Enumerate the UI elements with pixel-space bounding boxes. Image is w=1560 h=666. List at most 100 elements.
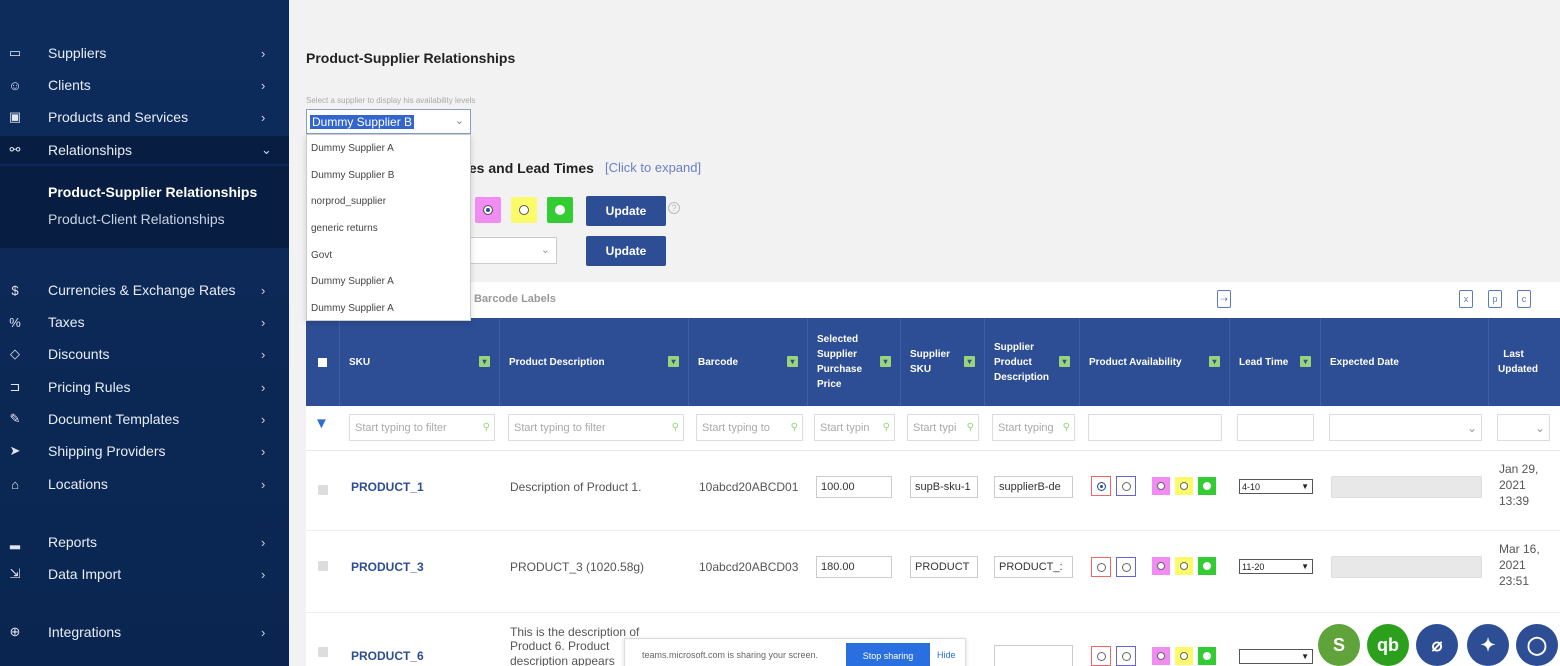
- filter-input[interactable]: Start typi ⚲: [907, 414, 979, 441]
- filter-icon[interactable]: ▾: [479, 356, 490, 367]
- sku-link[interactable]: PRODUCT_3: [351, 560, 424, 574]
- column-header[interactable]: Selected Supplier Purchase Price ▾: [808, 318, 901, 406]
- lead-time-dropdown[interactable]: 11-20 ▼: [1239, 559, 1313, 574]
- dropdown-option[interactable]: generic returns: [307, 215, 470, 242]
- row-checkbox[interactable]: [318, 485, 328, 495]
- table-row[interactable]: PRODUCT_3 PRODUCT_3 (1020.58g) 10abcd20A…: [306, 531, 1560, 613]
- filter-icon[interactable]: ▾: [1209, 356, 1220, 367]
- expected-date-input[interactable]: [1331, 476, 1482, 498]
- lead-time-filter[interactable]: [1237, 414, 1314, 441]
- hide-share-bar-button[interactable]: Hide: [937, 650, 956, 660]
- sidebar-item-reports[interactable]: ▂ Reports ›: [0, 528, 289, 556]
- sku-link[interactable]: PRODUCT_6: [351, 649, 424, 663]
- swatch-yellow[interactable]: [511, 197, 537, 223]
- availability-green[interactable]: [1198, 477, 1216, 495]
- availability-yellow[interactable]: [1175, 477, 1193, 495]
- filter-icon[interactable]: ▾: [964, 356, 975, 367]
- excel-icon[interactable]: x: [1459, 290, 1473, 308]
- availability-radio[interactable]: [1116, 557, 1136, 577]
- expected-date-input[interactable]: [1331, 556, 1482, 578]
- stop-sharing-button[interactable]: Stop sharing: [846, 643, 930, 666]
- sidebar-item-pricing-rules[interactable]: ⊐ Pricing Rules ›: [0, 373, 289, 401]
- lead-time-dropdown[interactable]: 4-10 ▼: [1239, 479, 1313, 494]
- column-header[interactable]: Product Availability ▾: [1080, 318, 1230, 406]
- availability-green[interactable]: [1198, 557, 1216, 575]
- column-header[interactable]: Product Description ▾: [500, 318, 689, 406]
- update-availability-button[interactable]: Update: [586, 196, 666, 226]
- availability-pink[interactable]: [1152, 647, 1170, 665]
- sidebar-item-document-templates[interactable]: ✎ Document Templates ›: [0, 405, 289, 433]
- column-header[interactable]: Supplier SKU ▾: [901, 318, 985, 406]
- column-header[interactable]: Barcode ▾: [689, 318, 808, 406]
- availability-radio[interactable]: [1116, 646, 1136, 666]
- filter-input[interactable]: Start typing to ⚲: [696, 414, 803, 441]
- sidebar-item-clients[interactable]: ☺ Clients ›: [0, 71, 289, 99]
- update-lead-time-button[interactable]: Update: [586, 236, 666, 266]
- filter-icon[interactable]: ▾: [787, 356, 798, 367]
- sidebar-item-discounts[interactable]: ◇ Discounts ›: [0, 340, 289, 368]
- attachment-icon[interactable]: ⌀: [1416, 624, 1458, 666]
- lead-time-select[interactable]: ⌄: [469, 237, 557, 264]
- dropdown-option[interactable]: Dummy Supplier A: [307, 135, 470, 162]
- filter-icon[interactable]: ▾: [880, 356, 891, 367]
- availability-pink[interactable]: [1152, 477, 1170, 495]
- dropdown-option[interactable]: Dummy Supplier A: [307, 295, 470, 322]
- pdf-icon[interactable]: p: [1488, 290, 1502, 308]
- swatch-pink-selected[interactable]: [475, 197, 501, 223]
- expand-link[interactable]: [Click to expand]: [605, 160, 701, 175]
- price-input[interactable]: 100.00: [816, 476, 892, 498]
- availability-pink[interactable]: [1152, 557, 1170, 575]
- supplier-desc-input[interactable]: [994, 645, 1073, 666]
- csv-icon[interactable]: c: [1517, 290, 1531, 308]
- column-header[interactable]: Supplier Product Description ▾: [985, 318, 1080, 406]
- supplier-sku-input[interactable]: supB-sku-1: [910, 476, 978, 498]
- chat-icon[interactable]: ◯: [1516, 624, 1558, 666]
- filter-icon[interactable]: ▾: [668, 356, 679, 367]
- availability-radio[interactable]: [1091, 557, 1111, 577]
- swatch-green[interactable]: [547, 197, 573, 223]
- expected-date-filter[interactable]: ⌄: [1329, 414, 1482, 441]
- row-checkbox[interactable]: [318, 561, 328, 571]
- price-input[interactable]: 180.00: [816, 556, 892, 578]
- filter-input[interactable]: Start typing ⚲: [992, 414, 1075, 441]
- supplier-desc-input[interactable]: supplierB-de: [994, 476, 1073, 498]
- column-header[interactable]: Expected Date: [1321, 318, 1489, 406]
- barcode-labels-button[interactable]: Barcode Labels: [474, 293, 556, 305]
- availability-radio[interactable]: [1116, 476, 1136, 496]
- supplier-sku-input[interactable]: PRODUCT: [910, 556, 978, 578]
- help-icon[interactable]: ?: [668, 202, 680, 214]
- availability-yellow[interactable]: [1175, 557, 1193, 575]
- sidebar-item-products[interactable]: ▣ Products and Services ›: [0, 103, 289, 131]
- shopify-icon[interactable]: S: [1318, 624, 1360, 666]
- sidebar-item-relationships[interactable]: ⚯ Relationships ⌄: [0, 136, 289, 164]
- column-header[interactable]: SKU ▾: [340, 318, 500, 406]
- filter-input[interactable]: Start typing to filter ⚲: [349, 414, 495, 441]
- column-header[interactable]: Lead Time ▾: [1230, 318, 1321, 406]
- sidebar-item-taxes[interactable]: % Taxes ›: [0, 308, 289, 336]
- quickbooks-icon[interactable]: qb: [1367, 624, 1409, 666]
- filter-input[interactable]: Start typing to filter ⚲: [508, 414, 684, 441]
- sidebar-item-locations[interactable]: ⌂ Locations ›: [0, 470, 289, 498]
- filter-icon[interactable]: ▾: [1300, 356, 1311, 367]
- supplier-select[interactable]: Dummy Supplier B ⌄: [306, 109, 471, 134]
- submenu-product-client[interactable]: Product-Client Relationships: [48, 211, 225, 227]
- supplier-desc-input[interactable]: PRODUCT_:: [994, 556, 1073, 578]
- sidebar-item-currencies[interactable]: $ Currencies & Exchange Rates ›: [0, 276, 289, 304]
- availability-radio[interactable]: [1091, 476, 1111, 496]
- funnel-icon[interactable]: ▼: [314, 415, 329, 432]
- submenu-product-supplier[interactable]: Product-Supplier Relationships: [48, 184, 257, 200]
- dropdown-option[interactable]: norprod_supplier: [307, 188, 470, 215]
- column-header[interactable]: Last Updated: [1489, 318, 1560, 406]
- export-icon[interactable]: ⇢: [1217, 290, 1231, 308]
- filter-input[interactable]: Start typin ⚲: [814, 414, 895, 441]
- availability-green[interactable]: [1198, 647, 1216, 665]
- sidebar-item-suppliers[interactable]: ▭ Suppliers ›: [0, 39, 289, 67]
- dropdown-option[interactable]: Dummy Supplier B: [307, 162, 470, 189]
- magic-wand-icon[interactable]: ✦: [1467, 624, 1509, 666]
- availability-yellow[interactable]: [1175, 647, 1193, 665]
- filter-icon[interactable]: ▾: [1059, 356, 1070, 367]
- availability-filter[interactable]: [1088, 414, 1222, 441]
- lead-time-dropdown[interactable]: ▼: [1239, 649, 1313, 664]
- availability-radio[interactable]: [1091, 646, 1111, 666]
- table-row[interactable]: PRODUCT_1 Description of Product 1. 10ab…: [306, 451, 1560, 531]
